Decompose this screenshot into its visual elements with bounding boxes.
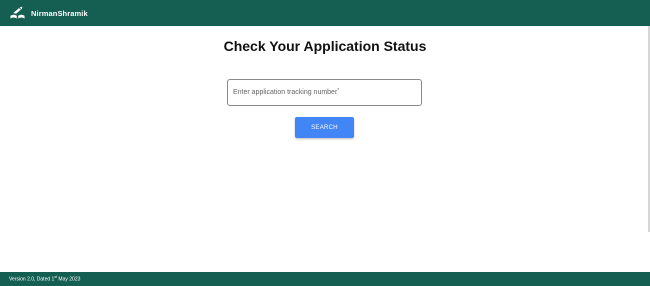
top-header: NirmanShramik <box>0 0 650 26</box>
app-window: NirmanShramik Check Your Application Sta… <box>0 0 650 286</box>
footer: Version 2.0, Dated 1st May 2023 <box>0 272 650 286</box>
date-rest: May 2023 <box>57 276 81 283</box>
tracking-number-placeholder: Enter application tracking number* <box>233 88 340 96</box>
version-info: Version 2.0, Dated 1st May 2023 <box>9 275 80 283</box>
brand-logo[interactable]: NirmanShramik <box>9 6 88 20</box>
required-marker: * <box>337 88 340 94</box>
brand-name: NirmanShramik <box>31 8 88 18</box>
main-content: Check Your Application Status Enter appl… <box>0 26 650 272</box>
tracking-number-input[interactable]: Enter application tracking number* <box>227 79 422 106</box>
search-button[interactable]: SEARCH <box>295 117 354 138</box>
placeholder-text: Enter application tracking number <box>233 89 338 96</box>
hand-book-icon <box>10 6 25 19</box>
version-text: Version 2.0, Dated 1 <box>9 276 55 283</box>
page-title: Check Your Application Status <box>223 38 427 54</box>
